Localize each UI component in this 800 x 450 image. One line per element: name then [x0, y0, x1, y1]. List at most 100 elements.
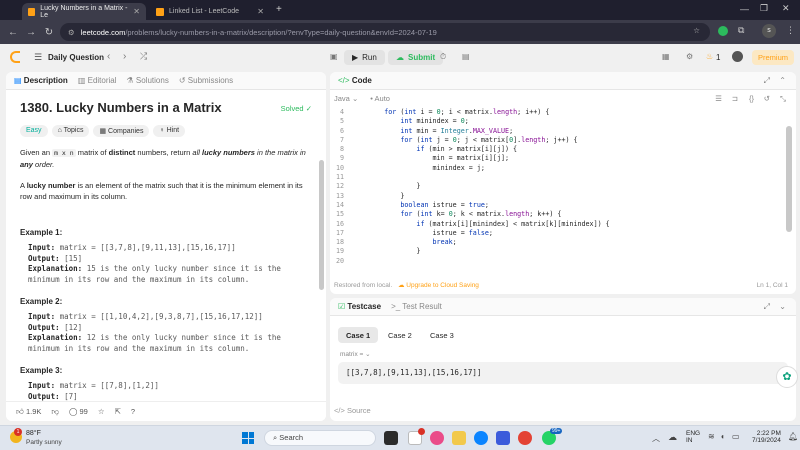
tab-testcase[interactable]: ☑ Testcase — [338, 302, 381, 311]
tab-description[interactable]: ▤ Description — [14, 76, 68, 85]
expand-icon[interactable]: ⤢ — [764, 302, 770, 312]
code-line[interactable]: 8 if (min > matrix[i][j]) { — [330, 145, 770, 154]
weather-temp[interactable]: 88°F — [26, 430, 41, 437]
tab-test-result[interactable]: >_ Test Result — [391, 302, 442, 311]
auto-complete-toggle[interactable]: • Auto — [370, 94, 390, 103]
file-explorer-icon[interactable] — [452, 431, 466, 445]
code-line[interactable]: 14 boolean istrue = true; — [330, 201, 770, 210]
taskbar-search[interactable]: ⌕ Search — [264, 430, 376, 446]
code-line[interactable]: 20 — [330, 257, 770, 266]
favorite-star-icon[interactable]: ☆ — [98, 407, 105, 416]
editor-scrollbar[interactable] — [786, 126, 792, 232]
bookmark-star-icon[interactable]: ☆ — [693, 26, 700, 35]
browser-menu-icon[interactable]: ⋮ — [786, 25, 795, 36]
case-3-tab[interactable]: Case 3 — [422, 327, 462, 343]
shuffle-icon[interactable]: ⤮ — [140, 51, 147, 62]
reset-icon[interactable]: ↺ — [764, 94, 770, 103]
reload-icon[interactable]: ↻ — [40, 27, 58, 38]
prev-question-icon[interactable]: ‹ — [107, 51, 110, 62]
case-2-tab[interactable]: Case 2 — [380, 327, 420, 343]
store-icon[interactable] — [496, 431, 510, 445]
tab-linked-list[interactable]: Linked List - LeetCode ✕ — [150, 3, 270, 20]
code-line[interactable]: 7 for (int j = 0; j < matrix[0].length; … — [330, 136, 770, 145]
testcase-input[interactable]: [[3,7,8],[9,11,13],[15,16,17]] — [338, 362, 788, 384]
problem-list-icon[interactable]: ☰ — [34, 52, 42, 63]
code-line[interactable]: 18 break; — [330, 238, 770, 247]
wifi-icon[interactable]: ≋ — [708, 432, 715, 441]
close-icon[interactable]: ✕ — [257, 7, 264, 16]
user-avatar[interactable] — [732, 51, 743, 62]
braces-icon[interactable]: {} — [749, 94, 754, 103]
forward-arrow-icon[interactable]: → — [22, 27, 40, 38]
layout-icon[interactable]: ▦ — [662, 52, 670, 61]
run-button[interactable]: ▶ Run — [344, 50, 385, 65]
timer-icon[interactable]: ⏱ — [440, 52, 446, 62]
notes-icon[interactable]: ▤ — [462, 52, 470, 61]
code-line[interactable]: 11 — [330, 173, 770, 182]
streak-fire-icon[interactable]: ♨ — [706, 52, 713, 61]
url-field[interactable]: ⚙ leetcode.com/problems/lucky-numbers-in… — [60, 23, 710, 41]
extensions-puzzle-icon[interactable]: ⧉ — [738, 25, 744, 36]
tray-chevron-up-icon[interactable]: ︿ — [652, 433, 660, 444]
close-window-icon[interactable]: ✕ — [782, 3, 790, 14]
tab-editorial[interactable]: ▥ Editorial — [78, 76, 117, 85]
site-info-icon[interactable]: ⚙ — [68, 28, 75, 37]
upgrade-cloud-link[interactable]: ☁ Upgrade to Cloud Saving — [398, 282, 479, 289]
debug-icon[interactable]: ▣ — [330, 52, 338, 61]
clock[interactable]: 2:22 PM 7/19/2024 — [752, 430, 781, 444]
copilot-icon[interactable] — [430, 431, 444, 445]
code-line[interactable]: 13 } — [330, 192, 770, 201]
settings-gear-icon[interactable]: ⚙ — [686, 52, 693, 61]
companies-chip[interactable]: ▦ Companies — [93, 125, 150, 137]
minimize-icon[interactable]: — — [740, 4, 749, 14]
help-icon[interactable]: ? — [131, 407, 135, 416]
source-link[interactable]: </> Source — [334, 406, 371, 415]
hint-chip[interactable]: ♀ Hint — [153, 125, 186, 137]
like-button[interactable]: 👍︎ 1.9K — [16, 407, 41, 417]
code-line[interactable]: 6 int min = Integer.MAX_VALUE; — [330, 127, 770, 136]
task-view-icon[interactable] — [384, 431, 398, 445]
code-line[interactable]: 10 minindex = j; — [330, 164, 770, 173]
format-icon[interactable]: ☰ — [715, 94, 722, 103]
back-arrow-icon[interactable]: ← — [4, 27, 22, 38]
collapse-icon[interactable]: ⌃ — [779, 76, 786, 85]
bookmark-icon[interactable]: ⊐ — [732, 94, 738, 103]
close-icon[interactable]: ✕ — [133, 7, 140, 16]
volume-icon[interactable]: ◖ — [720, 432, 725, 441]
code-line[interactable]: 16 if (matrix[i][minindex] < matrix[k][m… — [330, 220, 770, 229]
language-select[interactable]: Java ⌄ — [334, 94, 358, 103]
code-line[interactable]: 17 istrue = false; — [330, 229, 770, 238]
code-line[interactable]: 12 } — [330, 182, 770, 191]
description-scrollbar[interactable] — [319, 160, 324, 290]
extension-icon[interactable] — [718, 26, 728, 36]
expand-icon[interactable]: ⤢ — [764, 76, 770, 86]
premium-button[interactable]: Premium — [752, 50, 795, 65]
windows-start-icon[interactable] — [242, 432, 254, 444]
profile-avatar[interactable]: s — [762, 24, 776, 38]
code-line[interactable]: 5 int minindex = 0; — [330, 117, 770, 126]
topics-chip[interactable]: ⌂ Topics — [51, 125, 90, 137]
code-editor[interactable]: 4 for (int i = 0; i < matrix.length; i++… — [330, 108, 770, 268]
dislike-icon[interactable]: 👎︎ — [51, 407, 59, 417]
chatgpt-extension-icon[interactable]: ✿ — [776, 366, 798, 388]
new-tab-button[interactable]: + — [276, 4, 282, 15]
tab-lucky-numbers[interactable]: Lucky Numbers in a Matrix - Le ✕ — [22, 3, 146, 20]
tab-submissions[interactable]: ↺ Submissions — [179, 76, 233, 85]
case-1-tab[interactable]: Case 1 — [338, 327, 379, 343]
maximize-icon[interactable]: ❐ — [760, 3, 768, 14]
code-line[interactable]: 4 for (int i = 0; i < matrix.length; i++… — [330, 108, 770, 117]
submit-button[interactable]: ☁ Submit — [388, 50, 444, 65]
comments-button[interactable]: ◯ 99 — [69, 407, 88, 416]
code-line[interactable]: 19 } — [330, 247, 770, 256]
tab-solutions[interactable]: ⚗ Solutions — [127, 76, 169, 85]
code-tab[interactable]: </> Code — [338, 76, 372, 85]
code-line[interactable]: 9 min = matrix[i][j]; — [330, 154, 770, 163]
language-indicator[interactable]: ENG IN — [686, 430, 700, 444]
fullscreen-icon[interactable]: ⤡ — [780, 94, 786, 104]
cloud-icon[interactable]: ☁ — [668, 432, 677, 443]
leetcode-logo-icon[interactable] — [10, 51, 20, 63]
edge-icon[interactable] — [474, 431, 488, 445]
next-question-icon[interactable]: › — [123, 51, 126, 62]
collapse-icon[interactable]: ⌄ — [779, 302, 786, 311]
share-icon[interactable]: ⇱ — [115, 407, 121, 416]
